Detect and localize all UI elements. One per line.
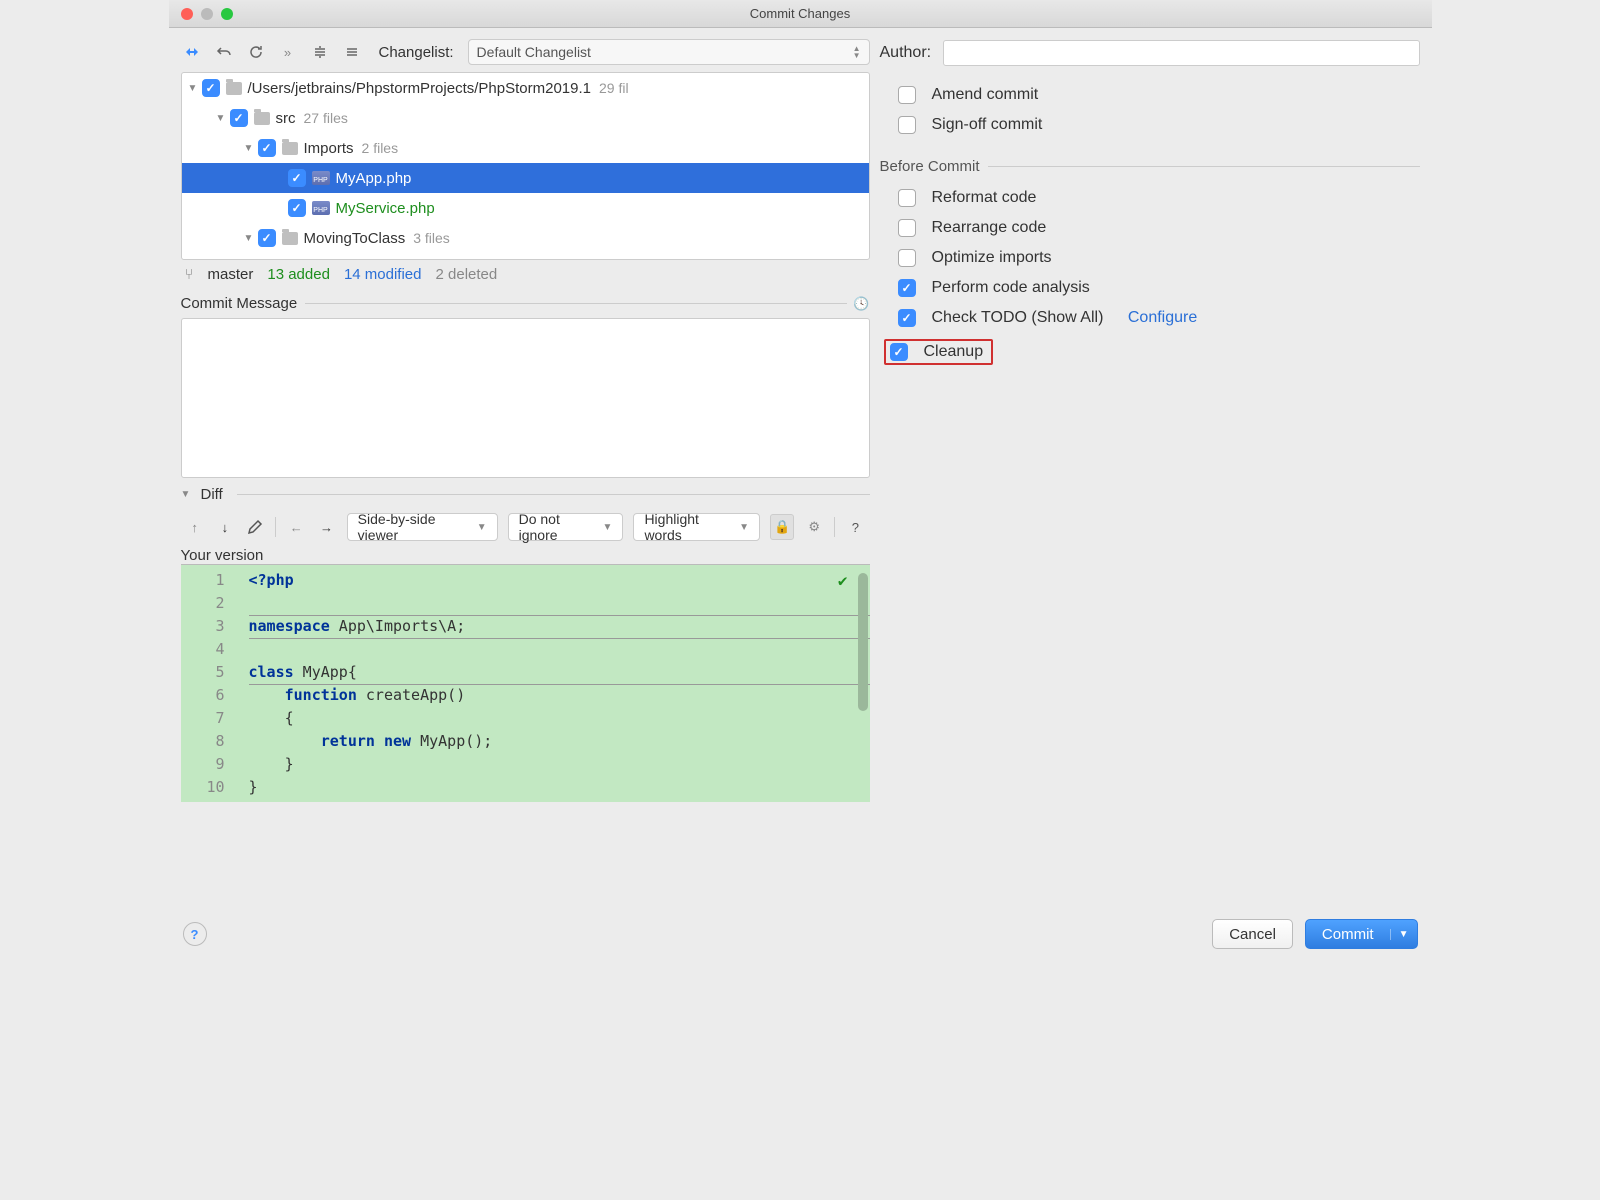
- diff-code-area[interactable]: 12345678910 <?php namespace App\Imports\…: [181, 564, 870, 802]
- branch-name: master: [208, 266, 254, 283]
- author-label: Author:: [880, 44, 932, 62]
- added-count: 13 added: [267, 266, 330, 283]
- modified-count: 14 modified: [344, 266, 422, 283]
- tree-root-row[interactable]: ▼ /Users/jetbrains/PhpstormProjects/PhpS…: [182, 73, 869, 103]
- reformat-label: Reformat code: [932, 189, 1037, 207]
- forward-icon[interactable]: →: [316, 516, 336, 538]
- checkbox[interactable]: [230, 109, 248, 127]
- titlebar: Commit Changes: [169, 0, 1432, 28]
- rearrange-checkbox[interactable]: [898, 219, 916, 237]
- tree-file-myapp[interactable]: PHP MyApp.php: [182, 163, 869, 193]
- tree-src-row[interactable]: ▼ src 27 files: [182, 103, 869, 133]
- analysis-checkbox[interactable]: [898, 279, 916, 297]
- more-icon[interactable]: »: [277, 41, 299, 63]
- scrollbar[interactable]: [858, 573, 868, 711]
- tree-moving-row[interactable]: ▼ MovingToClass 3 files: [182, 223, 869, 253]
- your-version-label: Your version: [181, 547, 870, 564]
- viewer-mode-select[interactable]: Side-by-side viewer▼: [347, 513, 498, 541]
- caret-down-icon[interactable]: ▼: [181, 489, 195, 500]
- cleanup-label: Cleanup: [924, 343, 984, 361]
- optimize-checkbox[interactable]: [898, 249, 916, 267]
- signoff-label: Sign-off commit: [932, 116, 1043, 134]
- checkbox[interactable]: [258, 139, 276, 157]
- changelist-select[interactable]: Default Changelist ▲▼: [468, 39, 870, 65]
- collapse-all-icon[interactable]: [341, 41, 363, 63]
- rearrange-label: Rearrange code: [932, 219, 1047, 237]
- divider: [237, 494, 870, 495]
- expand-all-icon[interactable]: [309, 41, 331, 63]
- checkbox[interactable]: [202, 79, 220, 97]
- inspection-ok-icon: ✔: [838, 571, 848, 590]
- cleanup-highlight: Cleanup: [884, 339, 994, 365]
- before-commit-label: Before Commit: [880, 158, 980, 175]
- back-icon[interactable]: ←: [286, 516, 306, 538]
- code-content: <?php namespace App\Imports\A; class MyA…: [241, 565, 870, 802]
- status-line: ⑂ master 13 added 14 modified 2 deleted: [181, 260, 870, 285]
- diff-toolbar: ↑ ↓ ← → Side-by-side viewer▼ Do not igno…: [181, 509, 870, 545]
- folder-icon: [282, 142, 298, 155]
- close-window-button[interactable]: [181, 8, 193, 20]
- caret-down-icon[interactable]: ▼: [216, 113, 230, 124]
- cancel-button[interactable]: Cancel: [1212, 919, 1293, 949]
- history-icon[interactable]: 🕓: [853, 296, 869, 312]
- commit-message-input[interactable]: [181, 318, 870, 478]
- undo-icon[interactable]: [213, 41, 235, 63]
- changelist-label: Changelist:: [379, 44, 454, 61]
- commit-dropdown-icon[interactable]: ▼: [1390, 929, 1409, 940]
- gear-icon[interactable]: ⚙: [804, 516, 824, 538]
- help-button[interactable]: ?: [183, 922, 207, 946]
- todo-checkbox[interactable]: [898, 309, 916, 327]
- minimize-window-button[interactable]: [201, 8, 213, 20]
- php-file-icon: PHP: [312, 201, 330, 215]
- show-diff-icon[interactable]: [181, 41, 203, 63]
- commit-changes-dialog: Commit Changes » Changelist: Default Cha…: [169, 0, 1432, 959]
- ignore-whitespace-select[interactable]: Do not ignore▼: [508, 513, 624, 541]
- changes-toolbar: » Changelist: Default Changelist ▲▼: [181, 36, 870, 68]
- caret-down-icon[interactable]: ▼: [244, 143, 258, 154]
- diff-section-label: Diff: [201, 486, 223, 503]
- divider: [305, 303, 847, 304]
- optimize-label: Optimize imports: [932, 249, 1052, 267]
- highlight-mode-select[interactable]: Highlight words▼: [633, 513, 760, 541]
- branch-icon: ⑂: [185, 266, 194, 283]
- signoff-checkbox[interactable]: [898, 116, 916, 134]
- divider: [988, 166, 1420, 167]
- next-change-icon[interactable]: ↓: [215, 516, 235, 538]
- zoom-window-button[interactable]: [221, 8, 233, 20]
- caret-down-icon[interactable]: ▼: [188, 83, 202, 94]
- checkbox[interactable]: [288, 199, 306, 217]
- commit-button[interactable]: Commit▼: [1305, 919, 1418, 949]
- checkbox[interactable]: [258, 229, 276, 247]
- cleanup-checkbox[interactable]: [890, 343, 908, 361]
- amend-label: Amend commit: [932, 86, 1039, 104]
- author-input[interactable]: [943, 40, 1419, 66]
- folder-icon: [282, 232, 298, 245]
- deleted-count: 2 deleted: [436, 266, 498, 283]
- stepper-icon: ▲▼: [853, 45, 861, 59]
- amend-checkbox[interactable]: [898, 86, 916, 104]
- configure-link[interactable]: Configure: [1128, 309, 1197, 327]
- tree-imports-row[interactable]: ▼ Imports 2 files: [182, 133, 869, 163]
- caret-down-icon[interactable]: ▼: [244, 233, 258, 244]
- window-title: Commit Changes: [750, 6, 850, 21]
- analysis-label: Perform code analysis: [932, 279, 1090, 297]
- changes-tree[interactable]: ▼ /Users/jetbrains/PhpstormProjects/PhpS…: [181, 72, 870, 260]
- checkbox[interactable]: [288, 169, 306, 187]
- folder-icon: [226, 82, 242, 95]
- dialog-footer: ? Cancel Commit▼: [169, 909, 1432, 959]
- refresh-icon[interactable]: [245, 41, 267, 63]
- lock-icon[interactable]: 🔒: [770, 514, 794, 540]
- help-icon[interactable]: ?: [845, 516, 865, 538]
- folder-icon: [254, 112, 270, 125]
- line-gutter: 12345678910: [181, 565, 241, 802]
- prev-change-icon[interactable]: ↑: [185, 516, 205, 538]
- todo-label: Check TODO (Show All): [932, 309, 1104, 327]
- edit-icon[interactable]: [245, 516, 265, 538]
- reformat-checkbox[interactable]: [898, 189, 916, 207]
- php-file-icon: PHP: [312, 171, 330, 185]
- tree-file-myservice[interactable]: PHP MyService.php: [182, 193, 869, 223]
- commit-message-label: Commit Message: [181, 295, 298, 312]
